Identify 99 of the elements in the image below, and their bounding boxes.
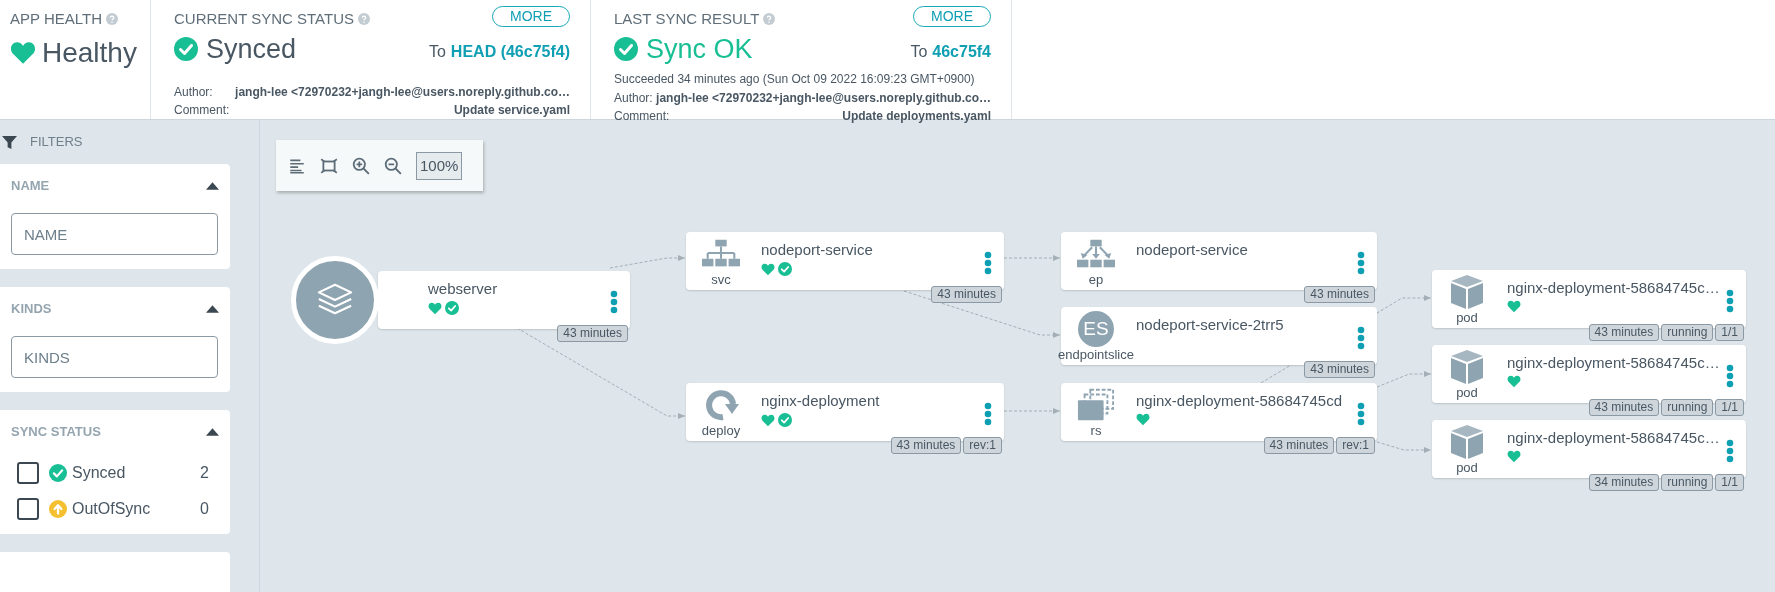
help-icon[interactable]	[358, 13, 370, 26]
resource-node[interactable]: ep nodeport-service	[1061, 232, 1377, 290]
filters-title: FILTERS	[30, 133, 83, 152]
collapse-caret-icon[interactable]	[206, 182, 219, 190]
resource-kind-label: pod	[1456, 310, 1478, 325]
zoom-in-icon[interactable]	[352, 156, 370, 175]
info-tag: running	[1661, 324, 1714, 341]
info-tag: running	[1661, 474, 1714, 491]
sync-status: Synced	[206, 32, 297, 66]
connector-arrow	[1003, 408, 1061, 414]
resource-name: nginx-deployment	[761, 392, 880, 410]
more-options-icon[interactable]	[1357, 251, 1365, 275]
info-tag: 43 minutes	[1304, 286, 1375, 303]
cube-icon	[1448, 349, 1486, 385]
checkbox[interactable]	[17, 498, 39, 520]
more-options-icon[interactable]	[984, 251, 992, 275]
info-tag: 43 minutes	[1588, 324, 1660, 341]
field-label: Author:	[174, 84, 214, 101]
option-count: 0	[200, 499, 209, 519]
sync-status: Sync OK	[646, 32, 753, 66]
info-tag: 1/1	[1715, 324, 1744, 341]
resource-name: nodeport-service-2trr5	[1136, 316, 1284, 334]
comment-text: Update service.yaml	[453, 102, 570, 119]
more-options-icon[interactable]	[1726, 439, 1734, 463]
info-tag: 43 minutes	[557, 325, 628, 342]
resource-node[interactable]: svc nodeport-service	[686, 232, 1004, 290]
comment-text: Update deployments.yaml	[842, 108, 991, 125]
fit-screen-icon[interactable]	[320, 156, 338, 175]
resource-node[interactable]: rs nginx-deployment-58684745cd	[1061, 383, 1377, 441]
author-text: jangh-lee <72970232+jangh-lee@users.noreply.github.co…	[235, 84, 570, 101]
resource-name: nginx-deployment-58684745cd	[1136, 392, 1342, 410]
more-options-icon[interactable]	[1357, 402, 1365, 426]
more-options-icon[interactable]	[610, 290, 618, 314]
collapse-caret-icon[interactable]	[206, 428, 219, 436]
connector-arrow	[1003, 255, 1061, 261]
more-options-icon[interactable]	[1726, 289, 1734, 313]
filter-section-title: KINDS	[11, 300, 52, 319]
section-label: APP HEALTH	[10, 9, 102, 29]
filter-input-field[interactable]: NAME	[11, 213, 218, 255]
info-tag: 43 minutes	[1588, 399, 1660, 416]
filter-icon	[2, 134, 17, 150]
kind-badge-icon: ES	[1078, 311, 1114, 347]
to-label: To	[428, 41, 446, 62]
option-count: 2	[200, 463, 209, 483]
field-label: Comment:	[174, 102, 230, 119]
resource-node[interactable]: pod nginx-deployment-58684745c…	[1432, 270, 1746, 328]
info-tag: 43 minutes	[931, 286, 1002, 303]
resource-name: nginx-deployment-58684745c…	[1507, 429, 1720, 447]
section-label: CURRENT SYNC STATUS	[174, 9, 354, 29]
resource-kind-label: svc	[711, 272, 731, 287]
health-status: Healthy	[42, 35, 137, 70]
cube-icon	[1448, 274, 1486, 310]
resource-name: webserver	[428, 280, 498, 298]
resource-node[interactable]: deploy nginx-deployment	[686, 383, 1004, 441]
resource-name: nginx-deployment-58684745c…	[1507, 354, 1720, 372]
resource-name: nodeport-service	[761, 241, 873, 259]
collapse-caret-icon[interactable]	[206, 305, 219, 313]
info-tag: running	[1661, 399, 1714, 416]
resource-node[interactable]: pod nginx-deployment-58684745c…	[1432, 420, 1746, 478]
resource-kind-label: ep	[1088, 272, 1104, 287]
resource-kind-label: pod	[1456, 460, 1478, 475]
zoom-level[interactable]: 100%	[416, 151, 463, 180]
option-label: Synced	[72, 463, 126, 483]
resource-kind-label: rs	[1090, 423, 1102, 438]
info-tag: 34 minutes	[1588, 474, 1660, 491]
help-icon[interactable]	[763, 13, 776, 26]
resource-kind-label: endpointslice	[1058, 347, 1134, 362]
info-tag: 1/1	[1715, 399, 1744, 416]
author-text: jangh-lee <72970232+jangh-lee@users.noreply.github.co…	[656, 90, 991, 107]
filter-section-title: SYNC STATUS	[11, 423, 101, 442]
help-icon[interactable]	[106, 13, 118, 26]
field-label: Comment:	[614, 108, 670, 125]
info-tag: 43 minutes	[890, 437, 962, 454]
option-label: OutOfSync	[72, 499, 151, 519]
more-options-icon[interactable]	[984, 402, 992, 426]
resource-name: nodeport-service	[1136, 241, 1248, 259]
info-tag: 43 minutes	[1263, 437, 1335, 454]
info-tag: rev:1	[963, 437, 1002, 454]
cube-icon	[1448, 424, 1486, 460]
zoom-out-icon[interactable]	[384, 156, 402, 175]
sync-time-text: Succeeded 34 minutes ago (Sun Oct 09 2022 16:09:23 GMT+0900)	[614, 71, 976, 88]
to-label: To	[910, 41, 928, 62]
more-options-icon[interactable]	[1726, 364, 1734, 388]
info-tag: 1/1	[1715, 474, 1744, 491]
filter-section-title: NAME	[11, 177, 50, 196]
resource-node[interactable]: pod nginx-deployment-58684745c…	[1432, 345, 1746, 403]
section-label: LAST SYNC RESULT	[614, 9, 760, 29]
info-tag: rev:1	[1336, 437, 1375, 454]
resource-kind-label: deploy	[701, 423, 741, 438]
field-label: Author:	[614, 90, 654, 107]
more-options-icon[interactable]	[1357, 326, 1365, 350]
stacked-layers-icon	[1077, 387, 1115, 423]
resource-node[interactable]: webserver	[378, 271, 630, 329]
resource-name: nginx-deployment-58684745c…	[1507, 279, 1720, 297]
filter-input-field[interactable]: KINDS	[11, 336, 218, 378]
resource-kind-label: pod	[1456, 385, 1478, 400]
connector-arrow	[1376, 441, 1432, 453]
info-tag: 43 minutes	[1304, 361, 1375, 378]
checkbox[interactable]	[17, 462, 39, 484]
